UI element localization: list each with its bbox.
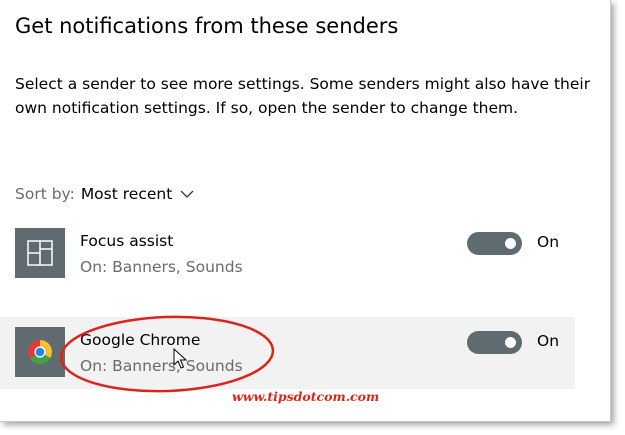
watermark-text: www.tipsdotcom.com — [232, 389, 380, 404]
sender-status: On: Banners, Sounds — [80, 258, 243, 276]
chevron-down-icon — [180, 190, 194, 198]
toggle-state-label: On — [537, 332, 560, 350]
toggle-knob — [505, 337, 516, 348]
sender-row-google-chrome[interactable]: Google Chrome On: Banners, Sounds On — [0, 317, 575, 389]
sender-status: On: Banners, Sounds — [80, 357, 243, 375]
sender-row-focus-assist[interactable]: Focus assist On: Banners, Sounds On — [0, 218, 575, 290]
sort-value: Most recent — [80, 185, 173, 203]
sender-name: Google Chrome — [80, 331, 201, 349]
sort-label: Sort by: — [15, 185, 75, 203]
chrome-icon — [15, 327, 65, 377]
mouse-cursor-icon — [173, 348, 187, 369]
toggle-state-label: On — [537, 233, 560, 251]
notifications-settings-panel: Get notifications from these senders Sel… — [0, 0, 611, 422]
sort-dropdown[interactable]: Sort by: Most recent — [15, 185, 194, 203]
section-title: Get notifications from these senders — [15, 14, 399, 38]
focus-assist-toggle[interactable] — [467, 232, 522, 255]
section-description: Select a sender to see more settings. So… — [15, 75, 591, 117]
sender-name: Focus assist — [80, 232, 174, 250]
toggle-knob — [505, 238, 516, 249]
google-chrome-toggle[interactable] — [467, 331, 522, 354]
focus-assist-icon — [15, 228, 65, 278]
